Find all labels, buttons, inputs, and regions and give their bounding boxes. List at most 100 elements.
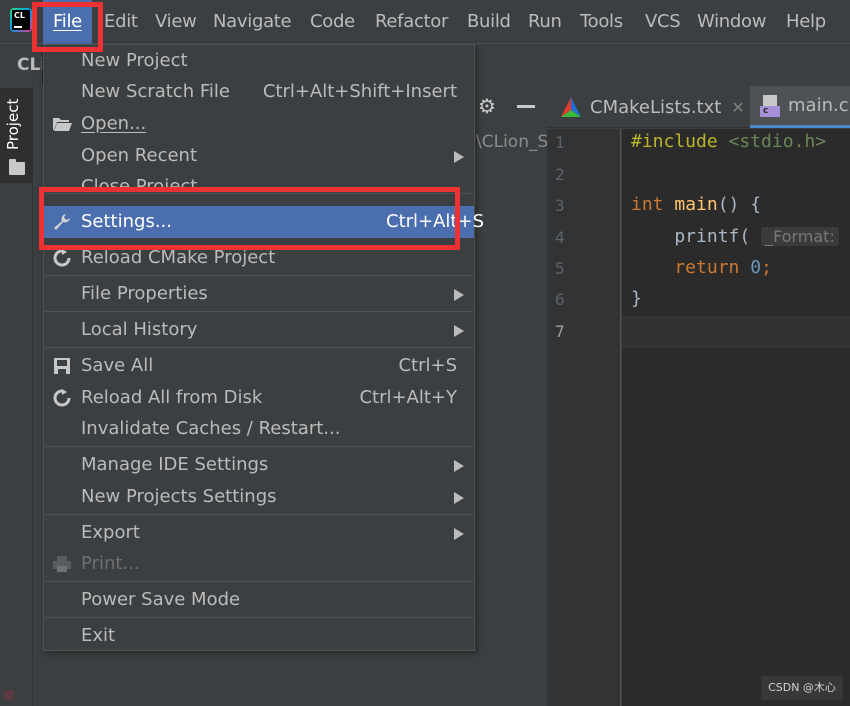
code-editor[interactable]: [622, 129, 850, 706]
code-text: () {: [717, 194, 762, 215]
tab-main-c[interactable]: c main.c: [750, 86, 850, 128]
menu-item-print: Print...: [44, 548, 474, 580]
printf-call: printf(: [631, 226, 751, 247]
menu-item-label: New Projects Settings: [81, 486, 277, 507]
keyword-int: int: [631, 194, 664, 215]
line-number: 1: [555, 133, 565, 152]
menu-item-new-scratch-file[interactable]: New Scratch File Ctrl+Alt+Shift+Insert: [44, 76, 474, 108]
menu-help[interactable]: Help: [786, 0, 826, 44]
tab-cmakelists[interactable]: CMakeLists.txt ✕: [560, 86, 745, 128]
menu-item-file-properties[interactable]: File Properties: [44, 278, 474, 310]
menu-navigate[interactable]: Navigate: [213, 0, 292, 44]
submenu-arrow-icon: [454, 151, 464, 163]
menu-item-exit[interactable]: Exit: [44, 620, 474, 652]
menu-item-label: Reload All from Disk: [81, 387, 263, 408]
menu-view[interactable]: View: [155, 0, 197, 44]
menu-item-save-all[interactable]: Save All Ctrl+S: [44, 350, 474, 382]
menu-item-close-project[interactable]: Close Project: [44, 171, 474, 189]
menu-item-new-projects-settings[interactable]: New Projects Settings: [44, 481, 474, 513]
keyword-return: return: [631, 257, 740, 278]
menu-item-power-save-mode[interactable]: Power Save Mode: [44, 584, 474, 616]
gear-icon[interactable]: ⚙: [478, 96, 498, 116]
menu-separator: [45, 193, 473, 194]
tab-main-c-label: main.c: [788, 95, 849, 116]
menu-vcs-label: VCS: [645, 11, 681, 32]
menu-tools-label: Tools: [580, 11, 623, 32]
error-indicator-icon[interactable]: [4, 690, 14, 700]
menu-refactor-label: Refactor: [375, 11, 449, 32]
shortcut-text: Ctrl+Alt+Shift+Insert: [262, 81, 457, 102]
menu-file[interactable]: File: [43, 0, 92, 44]
menu-separator: [45, 514, 473, 515]
function-name: main: [674, 194, 718, 215]
line-number: 6: [555, 290, 565, 309]
line-number: 3: [555, 196, 565, 215]
menu-item-label: Exit: [81, 625, 116, 646]
menu-item-label: Settings...: [81, 211, 172, 232]
menu-view-label: View: [155, 11, 197, 32]
menu-code-label: Code: [310, 11, 355, 32]
c-file-icon: c: [760, 94, 780, 117]
include-directive: #include: [631, 131, 718, 152]
menu-item-reload-cmake-project[interactable]: Reload CMake Project: [44, 242, 474, 274]
menu-item-reload-all-from-disk[interactable]: Reload All from Disk Ctrl+Alt+Y: [44, 382, 474, 414]
menu-item-export[interactable]: Export: [44, 517, 474, 549]
code-line-1[interactable]: #include <stdio.h>: [631, 131, 826, 152]
reload-icon: [53, 389, 71, 407]
menu-item-label: Open...: [81, 113, 147, 134]
menu-build[interactable]: Build: [467, 0, 511, 44]
menu-vcs[interactable]: VCS: [645, 0, 681, 44]
code-line-3[interactable]: int main() {: [631, 194, 761, 215]
line-number-gutter: [547, 129, 621, 706]
print-icon: [53, 556, 71, 572]
reload-icon: [53, 249, 71, 267]
submenu-arrow-icon: [454, 289, 464, 301]
menu-item-new-project[interactable]: New Project: [44, 45, 474, 77]
project-tab-label[interactable]: Project: [4, 99, 22, 150]
menu-item-open-recent[interactable]: Open Recent: [44, 140, 474, 172]
menu-item-label: Manage IDE Settings: [81, 454, 269, 475]
menu-window[interactable]: Window: [697, 0, 766, 44]
menu-tools[interactable]: Tools: [580, 0, 623, 44]
menu-window-label: Window: [697, 11, 767, 32]
menu-item-label: Open Recent: [81, 145, 198, 166]
menu-item-manage-ide-settings[interactable]: Manage IDE Settings: [44, 449, 474, 481]
menu-item-invalidate-caches[interactable]: Invalidate Caches / Restart...: [44, 413, 474, 445]
save-icon: [54, 358, 70, 374]
menu-item-label: Local History: [81, 319, 198, 340]
parameter-hint: _Format:: [761, 227, 839, 246]
code-line-4[interactable]: printf( _Format:: [631, 226, 839, 247]
menu-separator: [45, 347, 473, 348]
menu-separator: [45, 581, 473, 582]
menu-code[interactable]: Code: [310, 0, 355, 44]
close-icon[interactable]: ✕: [731, 98, 744, 117]
cmake-icon: [561, 97, 581, 117]
closing-brace: }: [631, 288, 642, 309]
watermark: CSDN @木心: [761, 676, 843, 700]
project-path: \CLion_S: [476, 132, 549, 152]
shortcut-text: Ctrl+Alt+Y: [359, 387, 457, 408]
menu-bar: CL File Edit View Navigate Code Refactor…: [0, 0, 850, 44]
menu-build-label: Build: [467, 11, 511, 32]
logo-text: CL: [14, 11, 25, 20]
menu-refactor[interactable]: Refactor: [375, 0, 448, 44]
semicolon: ;: [761, 257, 772, 278]
minimize-icon[interactable]: [517, 105, 535, 108]
menu-item-label: Power Save Mode: [81, 589, 241, 610]
tab-cmakelists-label: CMakeLists.txt: [590, 96, 722, 118]
file-menu-dropdown: New Project New Scratch File Ctrl+Alt+Sh…: [43, 44, 484, 652]
menu-edit[interactable]: Edit: [104, 0, 138, 44]
menu-run[interactable]: Run: [528, 0, 562, 44]
menu-item-label: Reload CMake Project: [81, 247, 276, 268]
code-line-6[interactable]: }: [631, 288, 642, 309]
menu-item-open[interactable]: Open...: [44, 108, 474, 140]
shortcut-text: Ctrl+S: [398, 355, 457, 376]
menu-item-local-history[interactable]: Local History: [44, 314, 474, 346]
menu-item-label: Invalidate Caches / Restart...: [81, 418, 341, 439]
submenu-arrow-icon: [454, 460, 464, 472]
code-line-5[interactable]: return 0;: [631, 257, 772, 278]
menu-item-settings[interactable]: Settings... Ctrl+Alt+S: [44, 206, 484, 238]
folder-open-icon: [53, 118, 72, 131]
line-number-current: 7: [555, 322, 565, 341]
menu-item-label: File Properties: [81, 283, 208, 304]
